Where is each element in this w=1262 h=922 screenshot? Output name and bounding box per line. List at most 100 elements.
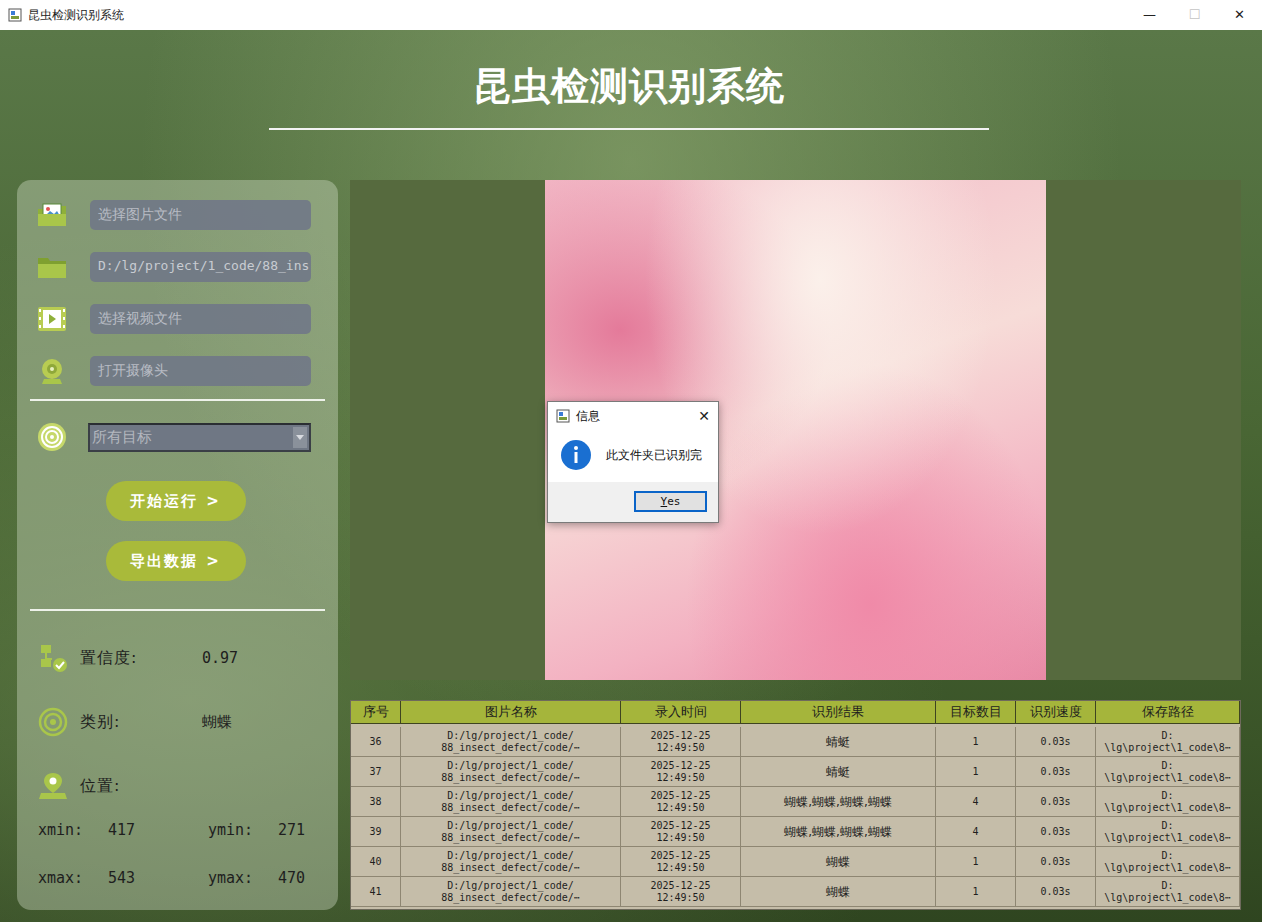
message-dialog: 信息 ✕ 此文件夹已识别完 Yes <box>547 401 719 523</box>
cell-name: D:/lg/project/1_code/88_insect_defect/co… <box>401 727 621 757</box>
path-field[interactable]: 选择图片文件 <box>90 200 311 230</box>
close-button[interactable]: ✕ <box>698 408 710 424</box>
cell-index: 37 <box>351 757 401 787</box>
window-control[interactable]: ✕ <box>1217 0 1262 30</box>
cell-name: D:/lg/project/1_code/88_insect_defect/co… <box>401 757 621 787</box>
cell-result: 蝴蝶 <box>741 847 936 877</box>
app-icon <box>8 8 22 22</box>
table-row[interactable]: 41D:/lg/project/1_code/88_insect_defect/… <box>351 877 1240 907</box>
cell-time: 2025-12-2512:49:50 <box>621 787 741 817</box>
image-viewer: 信息 ✕ 此文件夹已识别完 Yes <box>350 180 1241 680</box>
cell-name: D:/lg/project/1_code/88_insect_defect/co… <box>401 787 621 817</box>
dialog-message: 此文件夹已识别完 <box>606 447 702 464</box>
cell-result: 蜻蜓 <box>741 727 936 757</box>
video-file-icon <box>36 305 68 333</box>
app-icon <box>556 409 570 423</box>
app-window: 昆虫检测识别系统—☐✕昆虫检测识别系统选择图片文件D:/lg/project/1… <box>0 0 1262 922</box>
path-field[interactable]: D:/lg/project/1_code/88_ins <box>90 252 311 282</box>
cell-index: 41 <box>351 877 401 907</box>
cell-index: 38 <box>351 787 401 817</box>
coord-label: xmin: <box>38 821 108 839</box>
column-header[interactable]: 识别速度 <box>1016 701 1096 724</box>
cell-index: 39 <box>351 817 401 847</box>
coord-value: 417 <box>108 821 208 839</box>
input-row: D:/lg/project/1_code/88_ins <box>36 252 311 282</box>
cell-result: 蝴蝶 <box>741 877 936 907</box>
cell-speed: 0.03s <box>1016 757 1096 787</box>
path-field[interactable]: 选择视频文件 <box>90 304 311 334</box>
cell-result: 蝴蝶,蝴蝶,蝴蝶,蝴蝶 <box>741 787 936 817</box>
cell-speed: 0.03s <box>1016 817 1096 847</box>
cell-count: 1 <box>936 847 1016 877</box>
coord-value: 271 <box>278 821 311 839</box>
cell-index: 40 <box>351 847 401 877</box>
cell-count: 4 <box>936 787 1016 817</box>
input-row: 选择图片文件 <box>36 200 311 230</box>
window-control[interactable]: ☐ <box>1172 0 1217 30</box>
cell-speed: 0.03s <box>1016 727 1096 757</box>
image-file-icon <box>36 201 68 229</box>
cell-result: 蝴蝶,蝴蝶,蝴蝶,蝴蝶 <box>741 817 936 847</box>
window-control[interactable]: — <box>1127 0 1172 30</box>
results-table: 序号图片名称录入时间识别结果目标数目识别速度保存路径 36D:/lg/projec… <box>350 700 1241 910</box>
target-icon <box>36 421 68 453</box>
cell-result: 蜻蜓 <box>741 757 936 787</box>
coord-label: xmax: <box>38 869 108 887</box>
cell-path: D:\lg\project\1_code\8⋯ <box>1096 757 1240 787</box>
dialog-title: 信息 <box>576 408 692 425</box>
cell-count: 1 <box>936 877 1016 907</box>
cell-count: 1 <box>936 757 1016 787</box>
table-row[interactable]: 40D:/lg/project/1_code/88_insect_defect/… <box>351 847 1240 877</box>
input-row: 打开摄像头 <box>36 356 311 386</box>
cell-time: 2025-12-2512:49:50 <box>621 847 741 877</box>
app-title: 昆虫检测识别系统 <box>473 60 785 112</box>
column-header[interactable]: 录入时间 <box>621 701 741 724</box>
column-header[interactable]: 序号 <box>351 701 401 724</box>
category-row: 类别:蝴蝶 <box>36 707 311 737</box>
cell-name: D:/lg/project/1_code/88_insect_defect/co… <box>401 877 621 907</box>
target-select[interactable]: 所有目标 <box>88 423 311 452</box>
cell-speed: 0.03s <box>1016 877 1096 907</box>
cell-path: D:\lg\project\1_code\8⋯ <box>1096 847 1240 877</box>
action-button[interactable]: 导出数据> <box>106 541 246 581</box>
coordinates: xmin:417ymin:271xmax:543ymax:470 <box>38 821 311 887</box>
window-title: 昆虫检测识别系统 <box>28 7 1127 24</box>
cell-time: 2025-12-2512:49:50 <box>621 877 741 907</box>
table-row[interactable]: 38D:/lg/project/1_code/88_insect_defect/… <box>351 787 1240 817</box>
cell-name: D:/lg/project/1_code/88_insect_defect/co… <box>401 817 621 847</box>
table-header: 序号图片名称录入时间识别结果目标数目识别速度保存路径 <box>351 701 1240 724</box>
action-button[interactable]: 开始运行> <box>106 481 246 521</box>
map-pin-icon <box>38 771 68 801</box>
cell-time: 2025-12-2512:49:50 <box>621 757 741 787</box>
column-header[interactable]: 目标数目 <box>936 701 1016 724</box>
cell-count: 4 <box>936 817 1016 847</box>
folder-icon <box>36 253 68 281</box>
flowchart-check-icon <box>38 643 68 673</box>
cell-time: 2025-12-2512:49:50 <box>621 727 741 757</box>
info-icon <box>560 439 592 471</box>
coord-value: 543 <box>108 869 208 887</box>
input-row: 选择视频文件 <box>36 304 311 334</box>
dropdown-arrow-icon <box>293 427 307 448</box>
path-field[interactable]: 打开摄像头 <box>90 356 311 386</box>
cell-speed: 0.03s <box>1016 787 1096 817</box>
confidence-row: 置信度:0.97 <box>36 643 311 673</box>
cell-time: 2025-12-2512:49:50 <box>621 817 741 847</box>
column-header[interactable]: 保存路径 <box>1096 701 1240 724</box>
control-panel: 选择图片文件 D:/lg/project/1_code/88_ins 选择视频文件打… <box>17 180 338 910</box>
yes-button[interactable]: Yes <box>634 491 707 512</box>
cell-path: D:\lg\project\1_code\8⋯ <box>1096 817 1240 847</box>
title-underline <box>269 128 989 130</box>
column-header[interactable]: 图片名称 <box>401 701 621 724</box>
header: 昆虫检测识别系统 <box>17 30 1241 180</box>
title-bar: 昆虫检测识别系统—☐✕ <box>0 0 1262 30</box>
camera-icon <box>36 357 68 385</box>
cell-path: D:\lg\project\1_code\8⋯ <box>1096 727 1240 757</box>
table-row[interactable]: 37D:/lg/project/1_code/88_insect_defect/… <box>351 757 1240 787</box>
cell-path: D:\lg\project\1_code\8⋯ <box>1096 787 1240 817</box>
separator <box>30 399 325 401</box>
table-row[interactable]: 36D:/lg/project/1_code/88_insect_defect/… <box>351 727 1240 757</box>
column-header[interactable]: 识别结果 <box>741 701 936 724</box>
coord-label: ymin: <box>208 821 278 839</box>
table-row[interactable]: 39D:/lg/project/1_code/88_insect_defect/… <box>351 817 1240 847</box>
